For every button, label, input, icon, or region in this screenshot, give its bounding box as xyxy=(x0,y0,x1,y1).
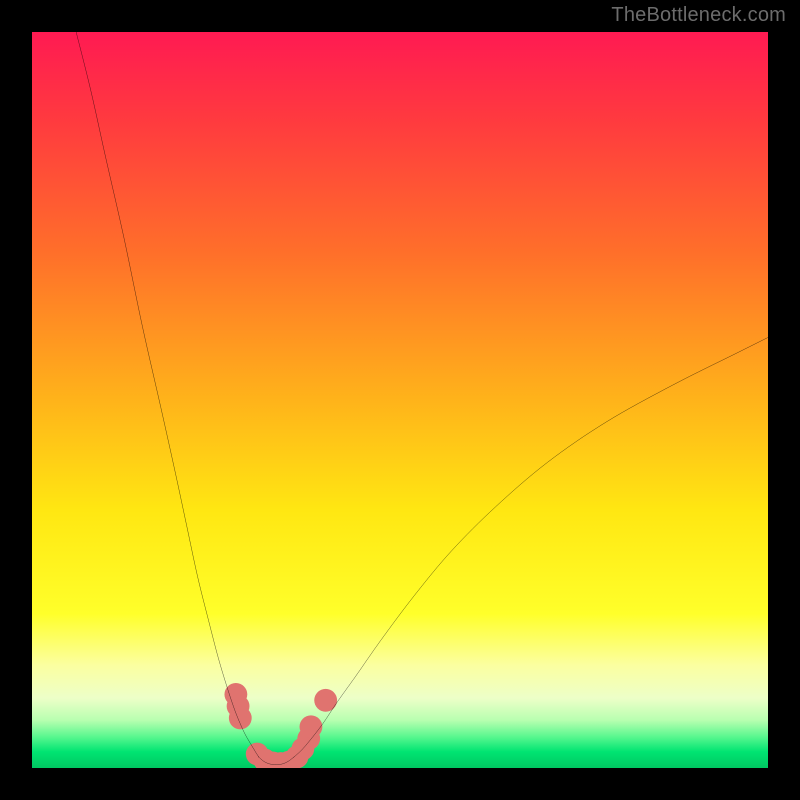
highlight-dot xyxy=(300,715,323,738)
chart-frame: TheBottleneck.com xyxy=(0,0,800,800)
highlight-dot xyxy=(229,707,252,730)
watermark-text: TheBottleneck.com xyxy=(611,4,786,27)
plot-area xyxy=(32,32,768,768)
curve-layer xyxy=(32,32,768,768)
marker-group xyxy=(224,683,337,768)
bottleneck-curve xyxy=(76,32,768,765)
highlight-dot xyxy=(314,689,337,712)
